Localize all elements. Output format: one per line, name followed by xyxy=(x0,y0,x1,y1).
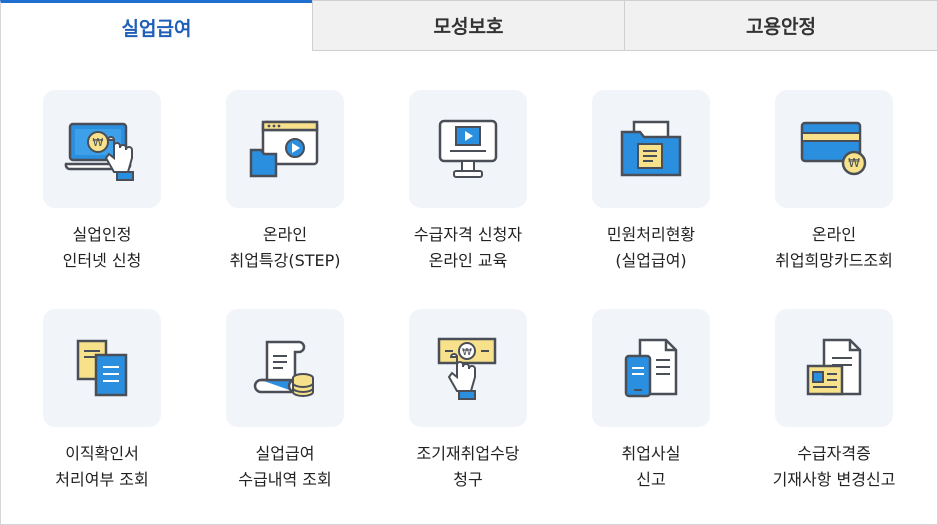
label-line: 수급자격증 xyxy=(797,444,871,463)
label-line: 청구 xyxy=(453,470,483,489)
tab-maternity-protection[interactable]: 모성보호 xyxy=(312,0,624,51)
tab-bar: 실업급여 모성보호 고용안정 xyxy=(0,0,938,51)
label-line: 이직확인서 xyxy=(65,444,139,463)
content-panel: ₩ 실업인정 인터넷 신청 온라인 취업특강(STEP) 수급자격 신청자 온라… xyxy=(0,51,938,525)
service-label: 수급자격증 기재사항 변경신고 xyxy=(733,441,935,493)
service-employment-report[interactable]: 취업사실 신고 xyxy=(550,309,733,509)
label-line: 처리여부 조회 xyxy=(55,470,149,489)
label-line: 민원처리현황 xyxy=(606,225,696,244)
service-label: 취업사실 신고 xyxy=(550,441,752,493)
tab-unemployment-benefit[interactable]: 실업급여 xyxy=(0,0,312,51)
label-line: 취업희망카드조회 xyxy=(775,251,893,270)
service-separation-confirmation[interactable]: 이직확인서 처리여부 조회 xyxy=(1,309,184,509)
service-online-job-lecture[interactable]: 온라인 취업특강(STEP) xyxy=(184,90,367,290)
phone-document-icon xyxy=(592,309,710,427)
label-line: 실업급여 xyxy=(255,444,315,463)
label-line: 인터넷 신청 xyxy=(62,251,142,270)
label-line: 온라인 교육 xyxy=(428,251,508,270)
service-label: 조기재취업수당 청구 xyxy=(367,441,569,493)
service-label: 실업급여 수급내역 조회 xyxy=(184,441,386,493)
label-line: 수급내역 조회 xyxy=(238,470,332,489)
service-early-reemployment-allowance[interactable]: ₩ 조기재취업수당 청구 xyxy=(367,309,550,509)
service-applicant-online-education[interactable]: 수급자격 신청자 온라인 교육 xyxy=(367,90,550,290)
label-line: 취업사실 xyxy=(621,444,681,463)
service-eligibility-card-change[interactable]: 수급자격증 기재사항 변경신고 xyxy=(733,309,916,509)
video-folder-icon xyxy=(226,90,344,208)
svg-text:₩: ₩ xyxy=(848,156,860,170)
label-line: (실업급여) xyxy=(615,251,687,270)
page: 실업급여 모성보호 고용안정 ₩ 실업인정 인터넷 신청 온라인 취업특강(ST… xyxy=(0,0,938,525)
label-line: 실업인정 xyxy=(72,225,132,244)
label-line: 수급자격 신청자 xyxy=(413,225,523,244)
label-line: 온라인 xyxy=(262,225,308,244)
service-label: 실업인정 인터넷 신청 xyxy=(1,222,203,274)
label-line: 조기재취업수당 xyxy=(416,444,520,463)
label-line: 신고 xyxy=(636,470,666,489)
scroll-coins-icon xyxy=(226,309,344,427)
service-online-unemployment-recognition[interactable]: ₩ 실업인정 인터넷 신청 xyxy=(1,90,184,290)
label-line: 온라인 xyxy=(811,225,857,244)
bill-hand-icon: ₩ xyxy=(409,309,527,427)
monitor-play-icon xyxy=(409,90,527,208)
label-line: 기재사항 변경신고 xyxy=(772,470,896,489)
service-label: 이직확인서 처리여부 조회 xyxy=(1,441,203,493)
label-line: 취업특강(STEP) xyxy=(229,251,341,270)
document-id-icon xyxy=(775,309,893,427)
card-won-icon: ₩ xyxy=(775,90,893,208)
service-label: 온라인 취업희망카드조회 xyxy=(733,222,935,274)
tab-employment-stability[interactable]: 고용안정 xyxy=(624,0,938,51)
documents-icon xyxy=(43,309,161,427)
laptop-won-hand-icon: ₩ xyxy=(43,90,161,208)
service-benefit-history[interactable]: 실업급여 수급내역 조회 xyxy=(184,309,367,509)
svg-text:₩: ₩ xyxy=(462,347,472,358)
service-label: 민원처리현황 (실업급여) xyxy=(550,222,752,274)
service-label: 온라인 취업특강(STEP) xyxy=(184,222,386,274)
service-label: 수급자격 신청자 온라인 교육 xyxy=(367,222,569,274)
svg-text:₩: ₩ xyxy=(93,136,104,149)
service-civil-petition-status[interactable]: 민원처리현황 (실업급여) xyxy=(550,90,733,290)
folder-document-icon xyxy=(592,90,710,208)
service-job-hope-card[interactable]: ₩ 온라인 취업희망카드조회 xyxy=(733,90,916,290)
